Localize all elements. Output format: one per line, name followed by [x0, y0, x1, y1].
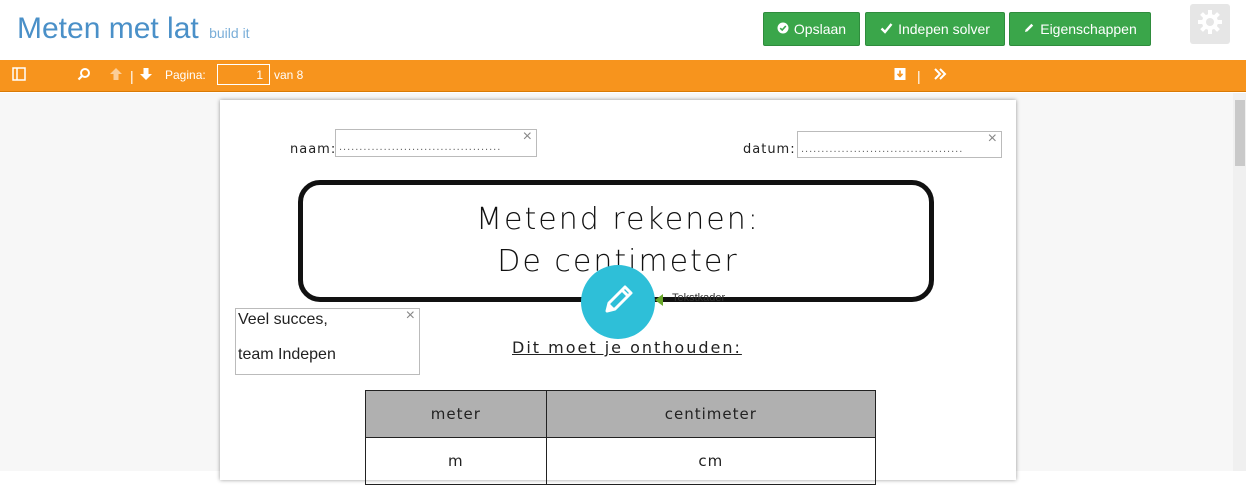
save-button-label: Opslaan	[793, 21, 847, 37]
table-header-cell: centimeter	[545, 390, 877, 438]
close-icon[interactable]: ×	[988, 130, 997, 148]
scrollbar-thumb[interactable]	[1235, 100, 1245, 166]
next-page-icon[interactable]	[139, 67, 153, 84]
double-chevron-right-icon[interactable]	[933, 67, 947, 84]
toolbar-separator: |	[130, 68, 134, 84]
page-label: Pagina:	[165, 68, 206, 82]
properties-button[interactable]: Eigenschappen	[1009, 12, 1151, 46]
remember-heading: Dit moet je onthouden:	[512, 338, 742, 357]
text-frame-line-2: team Indepen	[238, 346, 336, 363]
text-frame-line-1: Veel succes,	[238, 311, 328, 328]
name-input[interactable]: ........................................…	[335, 128, 537, 157]
page-count-label: van 8	[274, 68, 304, 82]
properties-button-label: Eigenschappen	[1040, 21, 1137, 37]
pencil-icon	[599, 281, 637, 324]
heading-line-1: Metend rekenen:	[476, 202, 760, 237]
pencil-icon	[1023, 22, 1035, 37]
viewer-toolbar: | Pagina: van 8 |	[0, 60, 1246, 92]
search-icon[interactable]	[77, 67, 91, 84]
solver-button-label: Indepen solver	[898, 21, 990, 37]
sidebar-toggle-icon[interactable]	[12, 67, 26, 84]
app-header: Meten met lat build it Opslaan Indepen s…	[0, 0, 1251, 60]
tooltip: Tekstkader	[672, 292, 726, 304]
table-header-row: meter centimeter	[365, 390, 877, 438]
date-input[interactable]: ........................................…	[797, 130, 1002, 158]
table-header-cell: meter	[365, 390, 547, 438]
app-title-text: Meten met lat	[17, 12, 199, 45]
solver-button[interactable]: Indepen solver	[865, 12, 1005, 46]
app-title: Meten met lat build it	[17, 12, 250, 46]
table-row: m cm	[365, 437, 877, 485]
edit-button[interactable]	[581, 265, 655, 339]
table-cell: cm	[545, 437, 877, 485]
previous-page-icon[interactable]	[109, 67, 123, 84]
settings-button[interactable]	[1190, 4, 1230, 44]
page-number-input[interactable]	[217, 64, 270, 85]
name-dots: ........................................	[339, 141, 502, 153]
name-label: naam:	[290, 142, 337, 157]
toolbar-separator-2: |	[917, 68, 921, 84]
text-frame[interactable]: Veel succes, team Indepen ×	[235, 307, 420, 375]
gear-icon	[1197, 9, 1223, 40]
close-icon[interactable]: ×	[523, 128, 532, 146]
table-cell: m	[365, 437, 547, 485]
close-icon[interactable]: ×	[406, 307, 415, 325]
check-circle-icon	[777, 22, 789, 37]
download-icon[interactable]	[893, 67, 907, 84]
date-dots: ........................................	[801, 143, 964, 155]
date-label: datum:	[743, 142, 796, 157]
app-subtitle: build it	[209, 25, 250, 41]
tooltip-arrow	[655, 294, 663, 306]
check-icon	[880, 22, 893, 37]
save-button[interactable]: Opslaan	[763, 12, 860, 46]
